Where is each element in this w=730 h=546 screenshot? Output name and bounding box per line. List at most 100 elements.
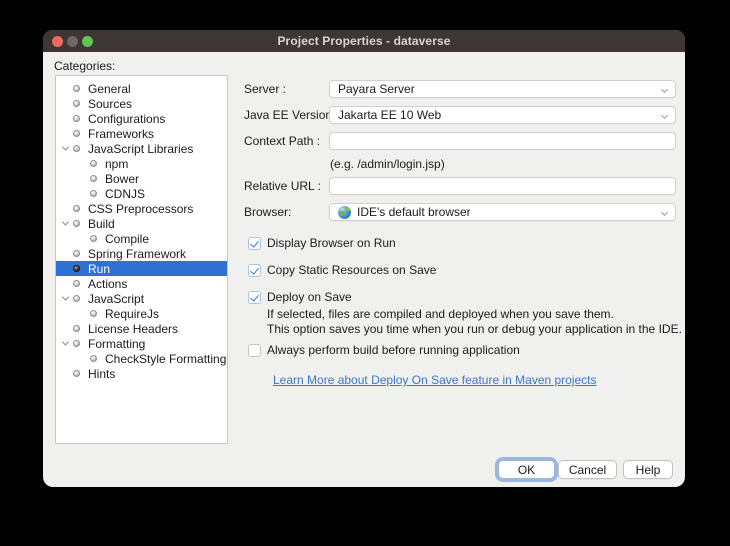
category-item-label: Run xyxy=(88,262,110,276)
node-bullet-icon xyxy=(73,280,80,287)
category-item-compile[interactable]: Compile xyxy=(56,231,227,246)
category-item-requirejs[interactable]: RequireJs xyxy=(56,306,227,321)
category-item-css-preprocessors[interactable]: CSS Preprocessors xyxy=(56,201,227,216)
server-label: Server : xyxy=(244,80,286,98)
node-bullet-icon xyxy=(73,145,80,152)
category-item-checkstyle-formatting[interactable]: CheckStyle Formatting xyxy=(56,351,227,366)
context-path-example-text: (e.g. /admin/login.jsp) xyxy=(330,157,445,171)
server-combobox[interactable]: Payara Server xyxy=(329,80,676,98)
category-item-general[interactable]: General xyxy=(56,81,227,96)
category-item-bower[interactable]: Bower xyxy=(56,171,227,186)
deploy-on-save-checkbox[interactable] xyxy=(248,291,261,304)
category-item-javascript-libraries[interactable]: JavaScript Libraries xyxy=(56,141,227,156)
server-combobox-value: Payara Server xyxy=(338,82,415,96)
relative-url-input[interactable] xyxy=(329,177,676,195)
node-bullet-icon xyxy=(73,250,80,257)
close-button[interactable] xyxy=(52,36,63,47)
zoom-button[interactable] xyxy=(82,36,93,47)
screen-background: Project Properties - dataverse Categorie… xyxy=(0,0,730,546)
display-browser-on-run-checkbox-row[interactable]: Display Browser on Run xyxy=(248,236,396,250)
category-item-label: Compile xyxy=(105,232,149,246)
chevron-down-icon[interactable] xyxy=(61,294,68,301)
node-bullet-icon xyxy=(90,310,97,317)
chevron-down-icon xyxy=(661,86,668,93)
chevron-down-icon xyxy=(661,209,668,216)
display-browser-on-run-checkbox-label: Display Browser on Run xyxy=(267,236,396,250)
category-item-label: Formatting xyxy=(88,337,145,351)
node-bullet-icon xyxy=(73,340,80,347)
category-item-configurations[interactable]: Configurations xyxy=(56,111,227,126)
node-bullet-icon xyxy=(73,100,80,107)
ok-button[interactable]: OK xyxy=(498,460,555,479)
category-item-label: Spring Framework xyxy=(88,247,186,261)
category-item-run[interactable]: Run xyxy=(56,261,227,276)
title-bar[interactable]: Project Properties - dataverse xyxy=(43,30,685,52)
category-item-formatting[interactable]: Formatting xyxy=(56,336,227,351)
categories-label: Categories: xyxy=(54,59,115,73)
node-bullet-icon xyxy=(90,355,97,362)
category-item-npm[interactable]: npm xyxy=(56,156,227,171)
deploy-hint-line2: This option saves you time when you run … xyxy=(267,322,682,337)
node-bullet-icon xyxy=(73,325,80,332)
category-item-spring-framework[interactable]: Spring Framework xyxy=(56,246,227,261)
context-path-input[interactable] xyxy=(329,132,676,150)
category-item-javascript[interactable]: JavaScript xyxy=(56,291,227,306)
node-bullet-icon xyxy=(73,115,80,122)
chevron-down-icon[interactable] xyxy=(61,144,68,151)
category-item-label: Configurations xyxy=(88,112,165,126)
help-button[interactable]: Help xyxy=(623,460,673,479)
copy-static-resources-on-save-checkbox-row[interactable]: Copy Static Resources on Save xyxy=(248,263,436,277)
category-item-label: Actions xyxy=(88,277,127,291)
node-bullet-icon xyxy=(90,190,97,197)
node-bullet-icon xyxy=(73,85,80,92)
node-bullet-icon xyxy=(73,370,80,377)
chevron-down-icon xyxy=(661,112,668,119)
category-item-label: Hints xyxy=(88,367,115,381)
category-item-hints[interactable]: Hints xyxy=(56,366,227,381)
category-item-label: CDNJS xyxy=(105,187,145,201)
category-item-label: JavaScript xyxy=(88,292,144,306)
node-bullet-icon xyxy=(90,160,97,167)
copy-static-resources-on-save-checkbox-label: Copy Static Resources on Save xyxy=(267,263,436,277)
browser-combobox-value: IDE's default browser xyxy=(357,205,471,219)
node-bullet-icon xyxy=(90,175,97,182)
category-item-build[interactable]: Build xyxy=(56,216,227,231)
category-item-label: Frameworks xyxy=(88,127,154,141)
chevron-down-icon[interactable] xyxy=(61,219,68,226)
category-item-label: Bower xyxy=(105,172,139,186)
chevron-down-icon[interactable] xyxy=(61,339,68,346)
browser-combobox[interactable]: IDE's default browser xyxy=(329,203,676,221)
node-bullet-icon xyxy=(73,130,80,137)
java-ee-version-label: Java EE Version : xyxy=(244,106,339,124)
category-item-license-headers[interactable]: License Headers xyxy=(56,321,227,336)
category-item-label: CSS Preprocessors xyxy=(88,202,193,216)
category-item-frameworks[interactable]: Frameworks xyxy=(56,126,227,141)
category-item-sources[interactable]: Sources xyxy=(56,96,227,111)
relative-url-label: Relative URL : xyxy=(244,177,321,195)
always-build-checkbox-row[interactable]: Always perform build before running appl… xyxy=(248,343,520,357)
categories-tree[interactable]: GeneralSourcesConfigurationsFrameworksJa… xyxy=(55,75,228,444)
window-title: Project Properties - dataverse xyxy=(277,34,450,48)
node-bullet-icon xyxy=(73,265,80,272)
java-ee-version-combobox[interactable]: Jakarta EE 10 Web xyxy=(329,106,676,124)
learn-more-link[interactable]: Learn More about Deploy On Save feature … xyxy=(273,373,597,387)
cancel-button[interactable]: Cancel xyxy=(558,460,617,479)
category-item-label: Sources xyxy=(88,97,132,111)
java-ee-version-combobox-value: Jakarta EE 10 Web xyxy=(338,108,441,122)
globe-icon xyxy=(338,206,351,219)
node-bullet-icon xyxy=(73,220,80,227)
category-item-cdnjs[interactable]: CDNJS xyxy=(56,186,227,201)
category-item-actions[interactable]: Actions xyxy=(56,276,227,291)
always-build-checkbox[interactable] xyxy=(248,344,261,357)
context-path-label: Context Path : xyxy=(244,132,320,150)
deploy-on-save-checkbox-row[interactable]: Deploy on Save xyxy=(248,290,352,304)
category-item-label: npm xyxy=(105,157,128,171)
node-bullet-icon xyxy=(73,295,80,302)
copy-static-resources-on-save-checkbox[interactable] xyxy=(248,264,261,277)
display-browser-on-run-checkbox[interactable] xyxy=(248,237,261,250)
minimize-button[interactable] xyxy=(67,36,78,47)
category-item-label: License Headers xyxy=(88,322,178,336)
category-item-label: General xyxy=(88,82,131,96)
browser-label: Browser: xyxy=(244,203,291,221)
deploy-hint-line1: If selected, files are compiled and depl… xyxy=(267,307,614,322)
